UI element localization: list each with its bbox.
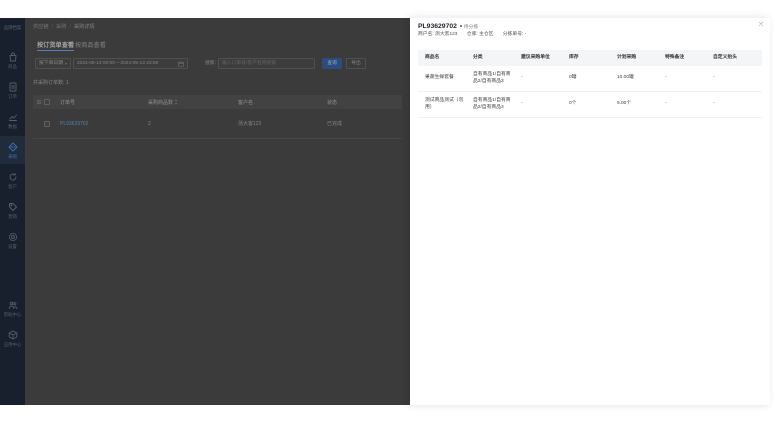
custom-header-cell: - [713, 75, 715, 81]
warehouse: 仓库: 主仓区 [466, 32, 494, 37]
drawer-col-planned-qty: 计划采购 [617, 54, 637, 60]
close-icon[interactable] [758, 21, 764, 27]
modal-mask[interactable] [0, 18, 410, 405]
category-cell: 自有商品1/自有商品2/自有商品3 [473, 72, 511, 84]
table-row: 果蔬生鲜套餐 自有商品1/自有商品2/自有商品3 - 0罐 10.00罐 - - [418, 66, 762, 92]
special-remark-cell: - [665, 75, 667, 81]
suggested-unit-cell: - [521, 75, 523, 81]
drawer-title: PL93629702 待分拣 [418, 20, 478, 30]
merchant-name: 商户名: 测大客123 [418, 32, 458, 37]
sorting-number: 分拣单号: - [502, 32, 527, 37]
planned-qty-cell: 5.00个 [617, 101, 632, 107]
drawer-col-product-name: 商品名 [425, 54, 440, 60]
drawer-col-stock: 库存 [569, 54, 579, 60]
product-name-cell: 测试商品测试（勿用） [425, 98, 464, 110]
drawer-col-suggested-unit: 建议采购单位 [521, 54, 550, 60]
drawer-product-table: 商品名 分类 建议采购单位 库存 计划采购 特殊备注 自定义抬头 果蔬生鲜套餐 … [418, 50, 762, 118]
drawer-order-number: PL93629702 [418, 23, 457, 30]
special-remark-cell: - [665, 101, 667, 107]
order-detail-drawer: PL93629702 待分拣 商户名: 测大客123 仓库: 主仓区 分拣单号: … [410, 18, 770, 405]
status-badge: 待分拣 [460, 25, 478, 30]
custom-header-cell: - [713, 101, 715, 107]
drawer-col-special-remark: 特殊备注 [665, 54, 685, 60]
stock-cell: 0个 [569, 101, 577, 107]
drawer-table-header: 商品名 分类 建议采购单位 库存 计划采购 特殊备注 自定义抬头 [418, 50, 762, 66]
planned-qty-cell: 10.00罐 [617, 75, 634, 81]
drawer-col-category: 分类 [473, 54, 483, 60]
stock-cell: 0罐 [569, 75, 577, 81]
product-name-cell: 果蔬生鲜套餐 [425, 75, 454, 81]
drawer-meta: 商户名: 测大客123 仓库: 主仓区 分拣单号: - [418, 32, 534, 38]
drawer-col-custom-header: 自定义抬头 [713, 54, 737, 60]
table-row: 测试商品测试（勿用） 自有商品1/自有商品2/自有商品3 - 0个 5.00个 … [418, 92, 762, 118]
suggested-unit-cell: - [521, 101, 523, 107]
category-cell: 自有商品1/自有商品2/自有商品3 [473, 98, 511, 110]
